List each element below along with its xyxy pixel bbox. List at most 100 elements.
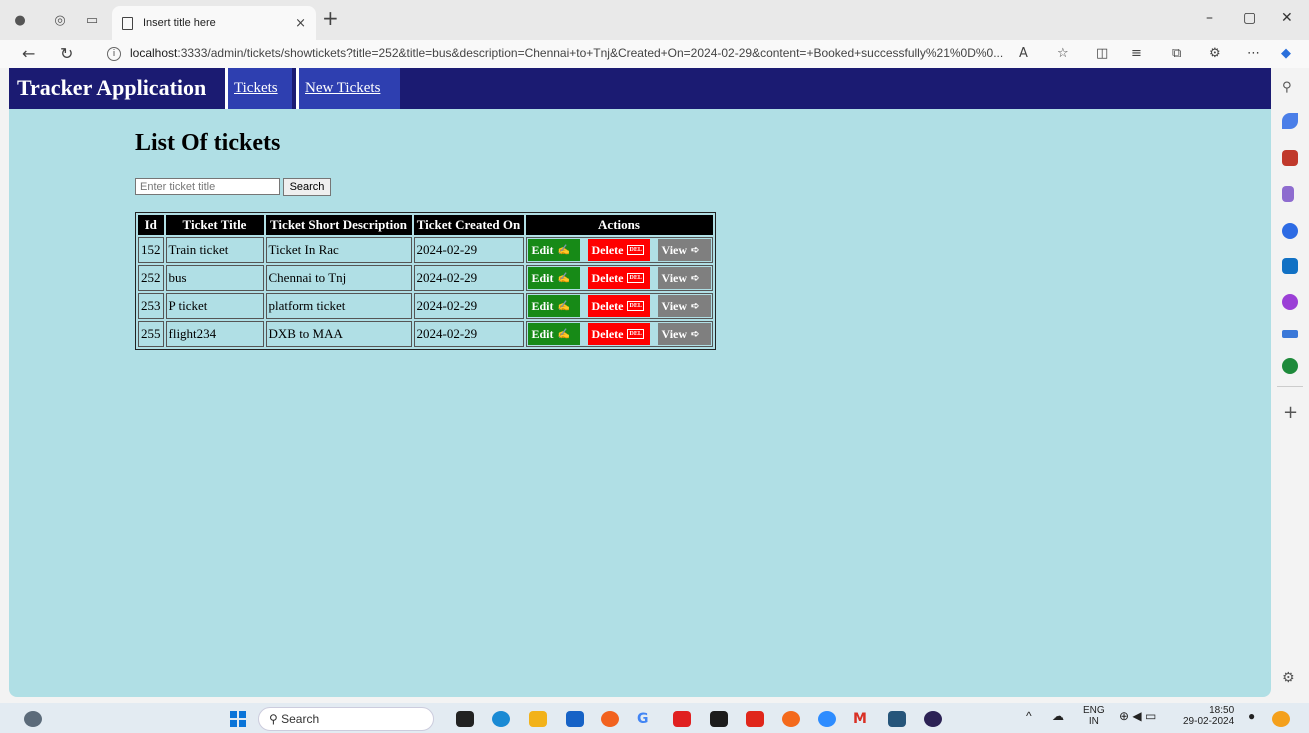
gmail-icon[interactable]: M xyxy=(853,711,871,727)
cell-id: 255 xyxy=(138,321,164,347)
notification-bell-icon[interactable]: ● xyxy=(1248,709,1255,723)
delete-label: Delete xyxy=(591,298,624,313)
tree-icon[interactable] xyxy=(1282,358,1298,374)
back-icon[interactable]: ← xyxy=(22,44,35,63)
network-sound-battery-icon[interactable]: ⊕ ◀ ▭ xyxy=(1119,709,1156,723)
minimize-icon[interactable]: – xyxy=(1206,10,1213,26)
add-sidebar-app-icon[interactable]: + xyxy=(1283,402,1298,423)
cell-actions: Edit ✍ Delete DEL View ➪ xyxy=(525,321,713,347)
nav-link-tickets[interactable]: Tickets xyxy=(225,68,292,109)
youtube-icon[interactable] xyxy=(746,711,764,727)
shopping-icon[interactable] xyxy=(1282,113,1298,129)
firefox-icon[interactable] xyxy=(601,711,619,727)
edit-button[interactable]: Edit ✍ xyxy=(527,267,580,289)
clock[interactable]: 18:50 29-02-2024 xyxy=(1183,705,1234,727)
edit-hand-icon: ✍ xyxy=(557,272,570,284)
hackerrank-icon[interactable] xyxy=(710,711,728,727)
vpn-icon[interactable] xyxy=(673,711,691,727)
cell-id: 252 xyxy=(138,265,164,291)
delete-button[interactable]: Delete DEL xyxy=(587,239,650,261)
language-indicator[interactable]: ENG IN xyxy=(1083,705,1105,727)
edge-icon[interactable] xyxy=(492,711,510,727)
gear-icon[interactable]: ⚙ xyxy=(1282,670,1295,686)
cloud-off-icon[interactable]: ☁ xyxy=(1052,709,1064,723)
favorite-icon[interactable]: ☆ xyxy=(1057,46,1069,61)
workspaces-icon[interactable]: ◎ xyxy=(52,12,68,28)
eclipse-icon[interactable] xyxy=(924,711,942,727)
view-button[interactable]: View ➪ xyxy=(657,323,711,345)
office-icon[interactable] xyxy=(1282,223,1298,239)
cell-title: flight234 xyxy=(165,321,264,347)
delete-button[interactable]: Delete DEL xyxy=(587,323,650,345)
edge-sidebar: ⚲ + ⚙ xyxy=(1271,68,1309,697)
header-title: Ticket Title xyxy=(165,215,264,235)
close-tab-icon[interactable]: × xyxy=(295,16,306,31)
address-bar: ← ↻ i localhost:3333/admin/tickets/showt… xyxy=(0,40,1309,68)
task-view-icon[interactable] xyxy=(456,711,474,727)
outlook-icon[interactable] xyxy=(1282,258,1298,274)
close-window-icon[interactable]: ✕ xyxy=(1281,10,1293,26)
alert-app-icon[interactable] xyxy=(782,711,800,727)
search-input[interactable] xyxy=(135,178,280,195)
delete-button[interactable]: Delete DEL xyxy=(587,295,650,317)
edit-label: Edit xyxy=(531,270,554,285)
read-aloud-icon[interactable]: A xyxy=(1019,46,1028,61)
view-button[interactable]: View ➪ xyxy=(657,239,711,261)
file-explorer-icon[interactable] xyxy=(529,711,547,727)
mail-icon[interactable] xyxy=(566,711,584,727)
windows-icon[interactable] xyxy=(230,711,246,727)
edit-hand-icon: ✍ xyxy=(557,244,570,256)
delete-button[interactable]: Delete DEL xyxy=(587,267,650,289)
browser-tab[interactable]: Insert title here × xyxy=(112,6,316,40)
search-icon[interactable]: ⚲ xyxy=(1282,80,1298,96)
cell-actions: Edit ✍ Delete DEL View ➪ xyxy=(525,237,713,263)
zoom-icon[interactable] xyxy=(818,711,836,727)
nav-link-new-tickets[interactable]: New Tickets xyxy=(296,68,400,109)
edit-button[interactable]: Edit ✍ xyxy=(527,239,580,261)
view-label: View xyxy=(661,326,688,341)
favorites-icon[interactable]: ≡ xyxy=(1131,46,1142,61)
send-icon[interactable] xyxy=(1282,330,1298,338)
cell-id: 253 xyxy=(138,293,164,319)
delete-badge-icon: DEL xyxy=(627,329,644,339)
cell-actions: Edit ✍ Delete DEL View ➪ xyxy=(525,293,713,319)
google-icon[interactable]: G xyxy=(637,711,655,727)
profile-icon[interactable]: ● xyxy=(12,12,28,28)
cell-id: 152 xyxy=(138,237,164,263)
cell-description: platform ticket xyxy=(265,293,412,319)
games-icon[interactable] xyxy=(1282,186,1294,202)
restore-icon[interactable]: ▢ xyxy=(1243,10,1256,26)
url-field[interactable]: localhost:3333/admin/tickets/showtickets… xyxy=(130,46,1010,60)
new-tab-button[interactable]: + xyxy=(322,8,339,28)
delete-label: Delete xyxy=(591,326,624,341)
chevron-up-icon[interactable]: ^ xyxy=(1026,709,1032,723)
refresh-icon[interactable]: ↻ xyxy=(60,44,73,63)
designer-icon[interactable] xyxy=(1282,294,1298,310)
sidebar-divider xyxy=(1277,386,1303,387)
edit-button[interactable]: Edit ✍ xyxy=(527,295,580,317)
info-icon[interactable]: i xyxy=(107,47,121,61)
header-id: Id xyxy=(138,215,164,235)
copilot-taskbar-icon[interactable] xyxy=(1272,711,1290,727)
table-row: 255 flight234 DXB to MAA 2024-02-29 Edit… xyxy=(138,321,713,347)
tools-icon[interactable] xyxy=(1282,150,1298,166)
extensions-icon[interactable]: ⚙ xyxy=(1209,46,1221,61)
view-button[interactable]: View ➪ xyxy=(657,267,711,289)
mysql-icon[interactable] xyxy=(888,711,906,727)
app-brand: Tracker Application xyxy=(17,75,207,100)
search-button[interactable]: Search xyxy=(283,178,331,196)
url-host: localhost xyxy=(130,46,178,60)
edit-button[interactable]: Edit ✍ xyxy=(527,323,580,345)
more-icon[interactable]: ⋯ xyxy=(1247,46,1260,61)
collections-icon[interactable]: ⧉ xyxy=(1172,46,1181,61)
page-viewport: Tracker Application Tickets New Tickets … xyxy=(9,68,1271,697)
copilot-icon[interactable]: ◆ xyxy=(1281,46,1291,61)
split-screen-icon[interactable]: ◫ xyxy=(1096,46,1108,61)
cell-date: 2024-02-29 xyxy=(413,321,524,347)
taskbar-search[interactable]: ⚲ Search xyxy=(258,707,434,731)
view-button[interactable]: View ➪ xyxy=(657,295,711,317)
tab-actions-icon[interactable]: ▭ xyxy=(84,12,100,28)
widgets-icon[interactable] xyxy=(24,711,42,727)
edit-hand-icon: ✍ xyxy=(557,328,570,340)
tab-title: Insert title here xyxy=(143,17,216,29)
